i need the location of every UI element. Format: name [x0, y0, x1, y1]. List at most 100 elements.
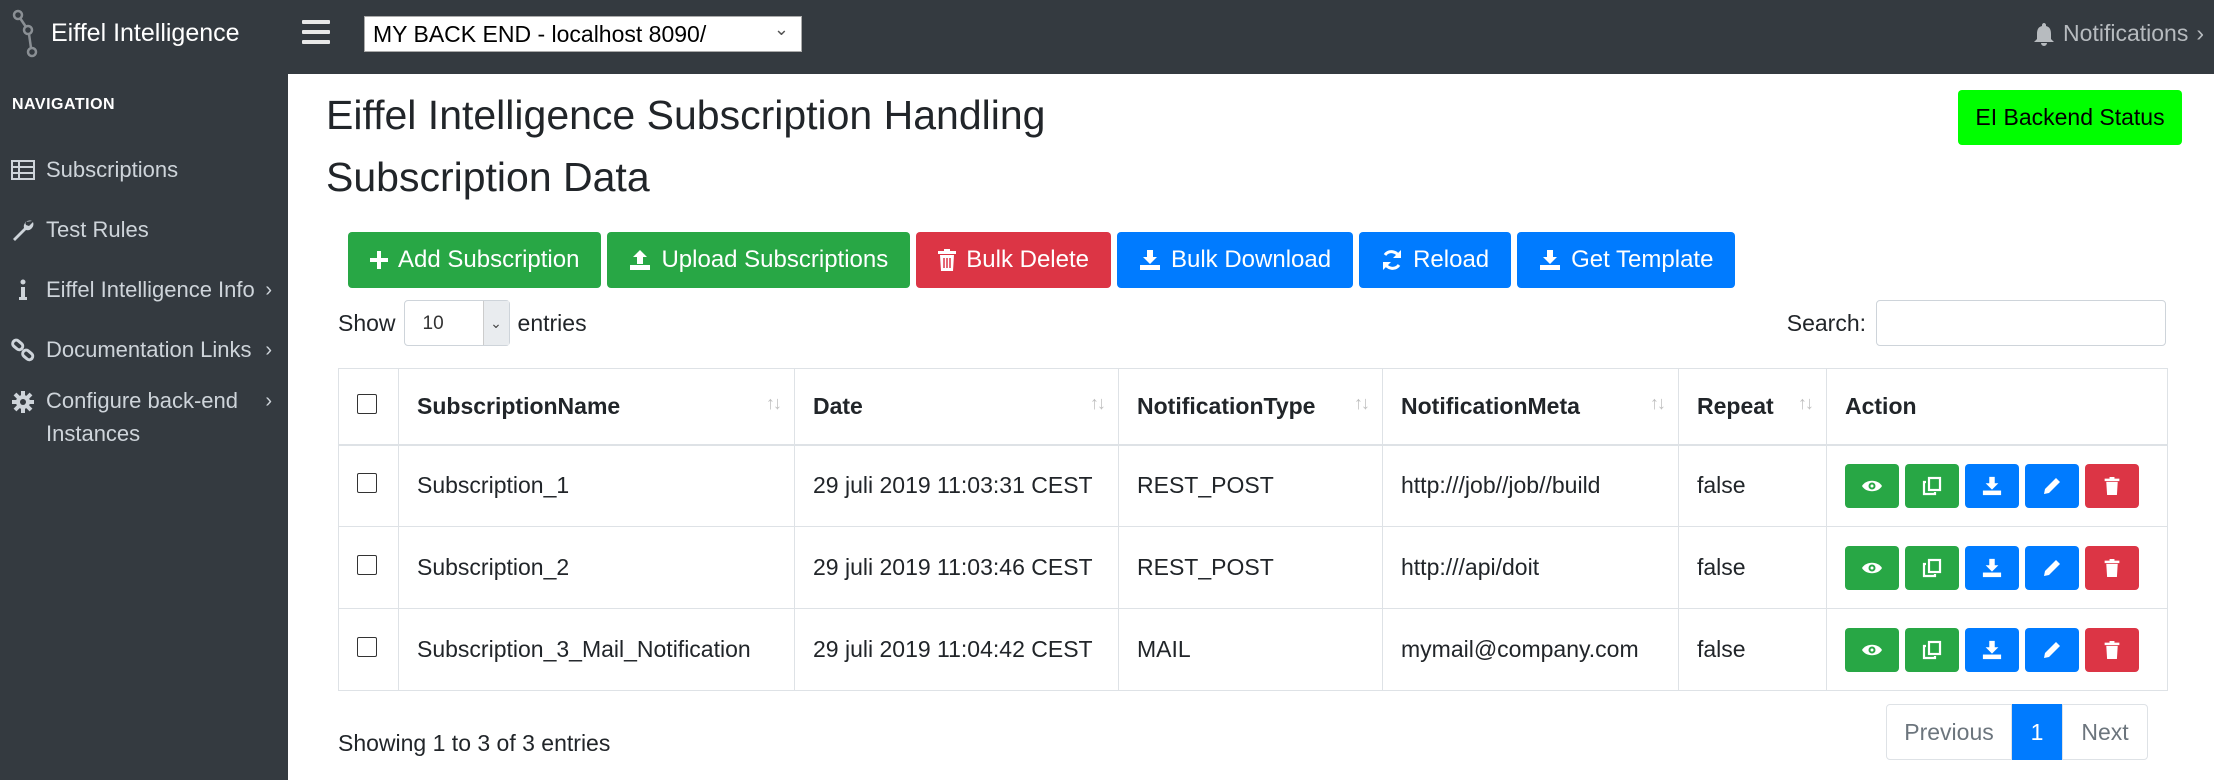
- toolbar: Add Subscription Upload Subscriptions Bu…: [348, 232, 1736, 288]
- cell-subscription-name: Subscription_3_Mail_Notification: [398, 608, 795, 691]
- sort-icon: ↑↓: [766, 393, 782, 413]
- subscriptions-table: SubscriptionName ↑↓ Date ↑↓ NotificationTy…: [338, 368, 2168, 691]
- pagination-next[interactable]: Next: [2062, 704, 2148, 760]
- wrench-icon: [0, 218, 46, 242]
- row-checkbox[interactable]: [357, 555, 377, 575]
- cell-notification-type: MAIL: [1118, 608, 1383, 691]
- trash-icon: [2104, 558, 2120, 577]
- cell-notification-meta: mymail@company.com: [1382, 608, 1679, 691]
- sidebar-item-ei-info[interactable]: Eiffel Intelligence Info ›: [0, 272, 288, 308]
- column-header-subscriptionname[interactable]: SubscriptionName ↑↓: [398, 368, 795, 446]
- button-label: Add Subscription: [398, 246, 580, 273]
- pagination-previous[interactable]: Previous: [1886, 704, 2012, 760]
- menu-toggle-icon[interactable]: [302, 20, 330, 44]
- delete-button[interactable]: [2085, 463, 2139, 508]
- edit-button[interactable]: [2025, 545, 2079, 590]
- cell-repeat: false: [1678, 444, 1827, 527]
- bulk-download-button[interactable]: Bulk Download: [1116, 232, 1354, 288]
- eye-icon: [1862, 644, 1882, 655]
- table-row: Subscription_3_Mail_Notification 29 juli…: [338, 608, 2168, 691]
- row-select-cell: [338, 526, 399, 609]
- chevron-right-icon: ›: [265, 338, 272, 361]
- backend-instance-select[interactable]: MY BACK END - localhost 8090/ ⌄: [364, 16, 802, 52]
- download-button[interactable]: [1965, 463, 2019, 508]
- sidebar-item-documentation-links[interactable]: Documentation Links ›: [0, 332, 288, 368]
- notifications-link[interactable]: Notifications ›: [2033, 20, 2204, 47]
- table-header-row: SubscriptionName ↑↓ Date ↑↓ NotificationTy…: [338, 368, 2168, 446]
- bulk-delete-button[interactable]: Bulk Delete: [916, 232, 1111, 288]
- cell-actions: [1826, 608, 2168, 691]
- get-template-button[interactable]: Get Template: [1517, 232, 1736, 288]
- view-button[interactable]: [1845, 627, 1899, 672]
- column-header-repeat[interactable]: Repeat ↑↓: [1678, 368, 1827, 446]
- sidebar-item-label: Eiffel Intelligence Info: [46, 277, 255, 302]
- pagination: Previous 1 Next: [1886, 704, 2148, 760]
- search-input[interactable]: [1876, 300, 2166, 346]
- pencil-icon: [2044, 641, 2060, 658]
- cell-date: 29 juli 2019 11:04:42 CEST: [794, 608, 1119, 691]
- download-button[interactable]: [1965, 545, 2019, 590]
- duplicate-button[interactable]: [1905, 545, 1959, 590]
- button-label: Get Template: [1571, 246, 1714, 273]
- column-header-label: NotificationType: [1137, 392, 1316, 419]
- trash-icon: [2104, 476, 2120, 495]
- sidebar: NAVIGATION Subscriptions Test Rules Eiff…: [0, 74, 288, 780]
- delete-button[interactable]: [2085, 545, 2139, 590]
- row-checkbox[interactable]: [357, 473, 377, 494]
- sidebar-item-label: Configure back-end: [46, 388, 239, 413]
- duplicate-button[interactable]: [1905, 463, 1959, 508]
- cell-notification-meta: http:///job//job//build: [1382, 444, 1679, 527]
- row-checkbox[interactable]: [357, 637, 377, 657]
- duplicate-button[interactable]: [1905, 627, 1959, 672]
- refresh-icon: [1383, 250, 1402, 270]
- eiffel-logo-icon[interactable]: [12, 8, 42, 65]
- upload-icon: [630, 250, 651, 270]
- entries-select[interactable]: 10 ⌄: [403, 300, 510, 346]
- brand-title[interactable]: Eiffel Intelligence: [51, 19, 240, 48]
- pencil-icon: [2044, 477, 2060, 494]
- backend-status-button[interactable]: EI Backend Status: [1958, 90, 2182, 145]
- sidebar-item-test-rules[interactable]: Test Rules: [0, 212, 288, 248]
- column-header-notificationmeta[interactable]: NotificationMeta ↑↓: [1382, 368, 1679, 446]
- edit-button[interactable]: [2025, 627, 2079, 672]
- download-icon: [1540, 250, 1561, 270]
- delete-button[interactable]: [2085, 627, 2139, 672]
- column-header-date[interactable]: Date ↑↓: [794, 368, 1119, 446]
- button-label: Reload: [1413, 246, 1490, 273]
- table-row: Subscription_1 29 juli 2019 11:03:31 CES…: [338, 444, 2168, 527]
- cell-notification-type: REST_POST: [1118, 526, 1383, 609]
- copy-icon: [1922, 558, 1942, 577]
- page-subtitle: Subscription Data: [326, 154, 650, 200]
- pencil-icon: [2044, 559, 2060, 576]
- upload-subscriptions-button[interactable]: Upload Subscriptions: [607, 232, 911, 288]
- add-subscription-button[interactable]: Add Subscription: [348, 232, 602, 288]
- column-header-label: Action: [1845, 392, 1917, 419]
- eye-icon: [1862, 562, 1882, 573]
- column-header-notificationtype[interactable]: NotificationType ↑↓: [1118, 368, 1383, 446]
- nav-heading: NAVIGATION: [12, 96, 116, 113]
- notifications-label: Notifications: [2063, 20, 2189, 46]
- search-label: Search:: [1786, 309, 1866, 336]
- edit-button[interactable]: [2025, 463, 2079, 508]
- reload-button[interactable]: Reload: [1359, 232, 1512, 288]
- view-button[interactable]: [1845, 545, 1899, 590]
- link-icon: [0, 338, 46, 362]
- download-button[interactable]: [1965, 627, 2019, 672]
- sidebar-item-label-line2: Instances: [46, 421, 141, 446]
- search-control: Search:: [1787, 300, 2166, 346]
- cell-actions: [1826, 526, 2168, 609]
- pagination-page-1[interactable]: 1: [2012, 704, 2062, 760]
- row-select-cell: [338, 444, 399, 527]
- chevron-down-icon: ⌄: [482, 301, 509, 345]
- trash-icon: [938, 249, 957, 271]
- trash-icon: [2104, 640, 2120, 659]
- view-button[interactable]: [1845, 463, 1899, 508]
- download-icon: [1982, 558, 2002, 577]
- entries-length-control: Show 10 ⌄ entries: [338, 300, 587, 346]
- entries-label: entries: [517, 309, 587, 336]
- sidebar-item-configure-backend[interactable]: Configure back-end Instances ›: [0, 384, 288, 452]
- top-navbar: Eiffel Intelligence MY BACK END - localh…: [0, 0, 2214, 74]
- sidebar-item-subscriptions[interactable]: Subscriptions: [0, 152, 288, 188]
- select-all-checkbox[interactable]: [357, 393, 377, 414]
- plus-icon: [370, 251, 388, 269]
